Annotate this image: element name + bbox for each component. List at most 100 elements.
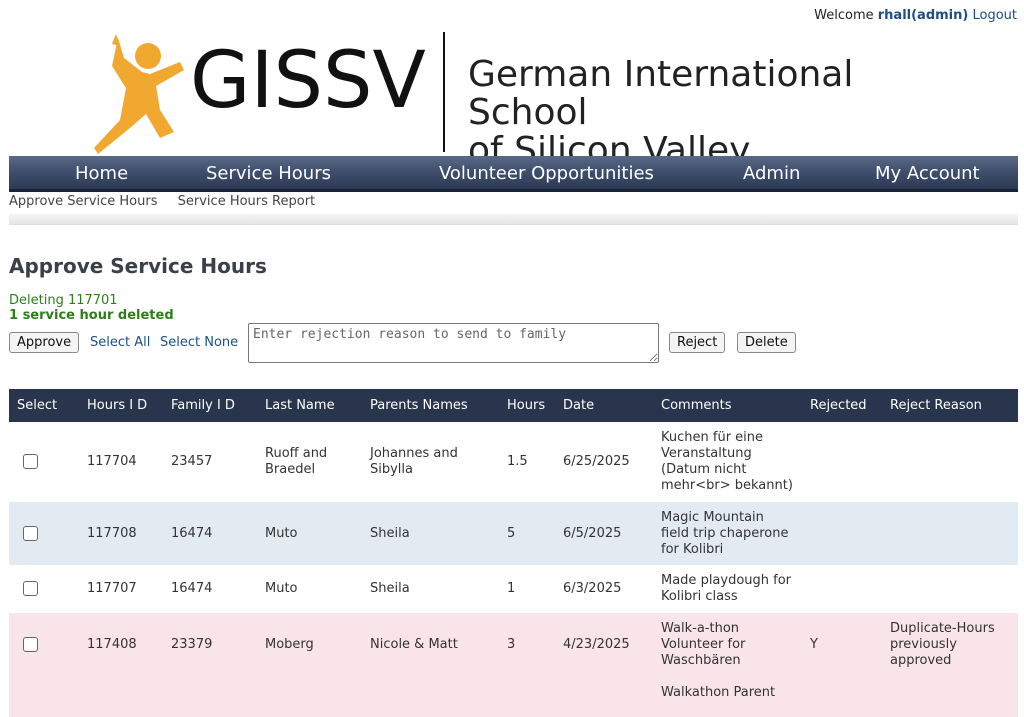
- hours-id-cell: 117704: [79, 422, 163, 502]
- hours-id-cell: 117707: [79, 565, 163, 613]
- col-comments[interactable]: Comments: [653, 389, 802, 422]
- family-id-cell: 23379: [163, 613, 257, 677]
- hours-cell: 1: [499, 565, 555, 613]
- table-row: 117708 16474 Muto Sheila 5 6/5/2025 Magi…: [9, 502, 1018, 565]
- last-name-cell: Ruoff and Braedel: [257, 422, 362, 502]
- last-name-cell: [257, 677, 362, 717]
- subnav-service-hours-report[interactable]: Service Hours Report: [178, 194, 316, 209]
- select-none-link[interactable]: Select None: [160, 335, 238, 350]
- parents-cell: Nicole & Matt: [362, 613, 499, 677]
- reject-reason-cell: [882, 677, 1018, 717]
- date-cell: 4/23/2025: [555, 613, 653, 677]
- nav-admin[interactable]: Admin: [743, 163, 800, 185]
- subnav-approve-service-hours[interactable]: Approve Service Hours: [9, 194, 158, 209]
- col-parents-names[interactable]: Parents Names: [362, 389, 499, 422]
- service-hours-table: Select Hours I D Family I D Last Name Pa…: [9, 389, 1018, 717]
- col-hours-id[interactable]: Hours I D: [79, 389, 163, 422]
- col-family-id[interactable]: Family I D: [163, 389, 257, 422]
- row-checkbox[interactable]: [23, 581, 38, 596]
- col-rejected[interactable]: Rejected: [802, 389, 882, 422]
- parents-cell: [362, 677, 499, 717]
- hours-id-cell: 117408: [79, 613, 163, 677]
- logo-figure-icon: [94, 34, 184, 154]
- hours-cell: 1.5: [499, 422, 555, 502]
- school-name-line1: German International School: [468, 54, 854, 133]
- col-select[interactable]: Select: [9, 389, 79, 422]
- row-checkbox[interactable]: [23, 637, 38, 652]
- comments-cell: Walkathon Parent: [653, 677, 802, 717]
- reject-reason-cell: [882, 422, 1018, 502]
- col-last-name[interactable]: Last Name: [257, 389, 362, 422]
- hours-cell: 3: [499, 613, 555, 677]
- nav-volunteer-opportunities[interactable]: Volunteer Opportunities: [439, 163, 654, 185]
- comments-cell: Kuchen für eine Veranstaltung (Datum nic…: [653, 422, 802, 502]
- parents-cell: Johannes and Sibylla: [362, 422, 499, 502]
- last-name-cell: Muto: [257, 502, 362, 565]
- sub-nav: Approve Service Hours Service Hours Repo…: [9, 194, 331, 209]
- status-message: Deleting 117701: [9, 293, 118, 308]
- rejected-cell: [802, 677, 882, 717]
- col-reject-reason[interactable]: Reject Reason: [882, 389, 1018, 422]
- school-name: German International School of Silicon V…: [468, 56, 950, 170]
- comments-cell: Magic Mountain field trip chaperone for …: [653, 502, 802, 565]
- logout-link[interactable]: Logout: [972, 8, 1017, 23]
- reject-reason-cell: [882, 565, 1018, 613]
- rejected-cell: [802, 565, 882, 613]
- date-cell: [555, 677, 653, 717]
- username: rhall(admin): [877, 8, 969, 23]
- page-title: Approve Service Hours: [9, 254, 267, 278]
- reject-reason-cell: [882, 502, 1018, 565]
- nav-my-account[interactable]: My Account: [875, 163, 980, 185]
- col-hours[interactable]: Hours: [499, 389, 555, 422]
- row-checkbox[interactable]: [23, 525, 38, 541]
- main-nav: Home Service Hours Volunteer Opportuniti…: [9, 156, 1018, 192]
- nav-service-hours[interactable]: Service Hours: [206, 163, 331, 185]
- table-row: 117707 16474 Muto Sheila 1 6/3/2025 Made…: [9, 565, 1018, 613]
- hours-id-cell: 117708: [79, 502, 163, 565]
- comments-cell: Walk-a-thon Volunteer for Waschbären: [653, 613, 802, 677]
- rejected-cell: Y: [802, 613, 882, 677]
- welcome-text: Welcome: [814, 8, 874, 23]
- reject-button[interactable]: Reject: [669, 332, 726, 353]
- select-cell: [9, 565, 79, 613]
- reject-reason-cell: Duplicate-Hours previously approved: [882, 613, 1018, 677]
- nav-home[interactable]: Home: [75, 163, 128, 185]
- table-header-row: Select Hours I D Family I D Last Name Pa…: [9, 389, 1018, 422]
- delete-button[interactable]: Delete: [737, 332, 796, 353]
- family-id-cell: 16474: [163, 502, 257, 565]
- rejected-cell: [802, 422, 882, 502]
- last-name-cell: Moberg: [257, 613, 362, 677]
- date-cell: 6/3/2025: [555, 565, 653, 613]
- select-all-link[interactable]: Select All: [90, 335, 150, 350]
- approve-button[interactable]: Approve: [9, 332, 80, 353]
- select-cell: [9, 677, 79, 717]
- last-name-cell: Muto: [257, 565, 362, 613]
- date-cell: 6/5/2025: [555, 502, 653, 565]
- school-logo[interactable]: GISSV German International School of Sil…: [90, 30, 950, 170]
- welcome-bar: Welcome rhall(admin) Logout: [814, 8, 1017, 23]
- select-cell: [9, 422, 79, 502]
- select-cell: [9, 613, 79, 677]
- logo-wordmark: GISSV: [190, 36, 426, 126]
- family-id-cell: [163, 677, 257, 717]
- parents-cell: Sheila: [362, 565, 499, 613]
- rejected-cell: [802, 502, 882, 565]
- table-row: 117704 23457 Ruoff and Braedel Johannes …: [9, 422, 1018, 502]
- row-checkbox[interactable]: [23, 454, 38, 469]
- select-cell: [9, 502, 79, 565]
- col-date[interactable]: Date: [555, 389, 653, 422]
- table-row: 117408 23379 Moberg Nicole & Matt 3 4/23…: [9, 613, 1018, 677]
- family-id-cell: 23457: [163, 422, 257, 502]
- table-row: Walkathon Parent: [9, 677, 1018, 717]
- hours-cell: 5: [499, 502, 555, 565]
- comments-cell: Made playdough for Kolibri class: [653, 565, 802, 613]
- date-cell: 6/25/2025: [555, 422, 653, 502]
- hours-id-cell: [79, 677, 163, 717]
- subnav-divider: [9, 214, 1018, 225]
- rejection-reason-input[interactable]: [248, 323, 659, 363]
- parents-cell: Sheila: [362, 502, 499, 565]
- logo-divider: [443, 32, 445, 152]
- family-id-cell: 16474: [163, 565, 257, 613]
- hours-cell: [499, 677, 555, 717]
- success-message: 1 service hour deleted: [9, 308, 174, 323]
